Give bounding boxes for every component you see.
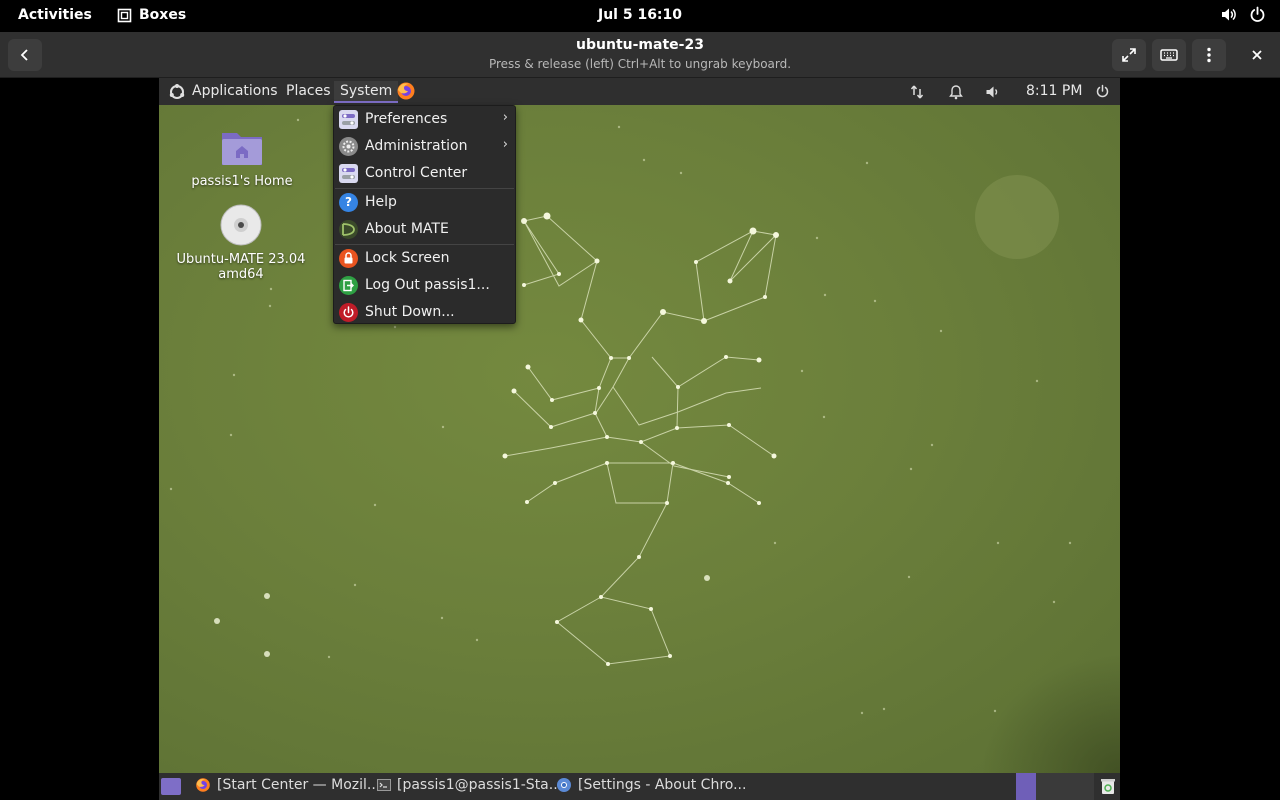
kebab-menu-icon [1207, 47, 1211, 63]
menu-item-control-center[interactable]: Control Center [335, 160, 514, 187]
menu-item-shut-down[interactable]: Shut Down... [335, 299, 514, 326]
menu-item-about-mate[interactable]: About MATE [335, 216, 514, 243]
workspace-switcher-inactive[interactable] [1036, 773, 1094, 800]
taskbar-item-label: [Start Center — Mozil... [217, 777, 381, 793]
vm-subtitle: Press & release (left) Ctrl+Alt to ungra… [488, 57, 792, 71]
fullscreen-icon [1122, 48, 1136, 62]
firefox-icon[interactable] [396, 81, 416, 101]
preferences-icon [339, 110, 358, 129]
boxes-icon [117, 8, 132, 22]
menu-item-preferences[interactable]: Preferences › [335, 106, 514, 133]
panel-clock[interactable]: 8:11 PM [1026, 83, 1082, 99]
system-menu[interactable]: System [334, 81, 399, 103]
log-out-icon [339, 276, 358, 295]
taskbar-item-firefox[interactable]: [Start Center — Mozil... [195, 777, 380, 793]
desktop-icon-disc[interactable]: Ubuntu-MATE 23.04 amd64 [176, 203, 306, 282]
menu-item-label: Shut Down... [365, 304, 455, 320]
menu-item-help[interactable]: ? Help [335, 189, 514, 216]
keyboard-button[interactable] [1152, 39, 1186, 71]
power-icon [1250, 6, 1265, 22]
network-icon[interactable] [910, 84, 924, 100]
control-center-icon [339, 164, 358, 183]
menu-item-label: Log Out passis1... [365, 277, 490, 293]
system-dropdown-menu: Preferences › Administration › Control C… [333, 105, 516, 324]
menu-item-lock-screen[interactable]: Lock Screen [335, 245, 514, 272]
menu-button[interactable] [1192, 39, 1226, 71]
clock[interactable]: Jul 5 16:10 [598, 7, 682, 23]
workspace-switcher-active[interactable] [1016, 773, 1036, 800]
close-button[interactable] [1240, 39, 1274, 71]
about-mate-icon [339, 220, 358, 239]
power-icon[interactable] [1095, 84, 1110, 99]
taskbar-item-label: [passis1@passis1-Sta... [397, 777, 563, 793]
terminal-icon [377, 779, 391, 791]
chevron-right-icon: › [502, 137, 508, 152]
applications-menu[interactable]: Applications [192, 83, 278, 99]
mate-bottom-panel: [Start Center — Mozil... [passis1@passis… [159, 773, 1120, 800]
lock-screen-icon [339, 249, 358, 268]
administration-icon [339, 137, 358, 156]
volume-icon[interactable] [985, 84, 1001, 100]
vm-display[interactable]: passis1's Home Ubuntu-MATE 23.04 amd64 A… [159, 78, 1120, 800]
menu-item-administration[interactable]: Administration › [335, 133, 514, 160]
desktop-icon-label: passis1's Home [191, 174, 293, 189]
app-menu-label: Boxes [139, 7, 187, 23]
menu-item-label: About MATE [365, 221, 449, 237]
menu-item-label: Lock Screen [365, 250, 450, 266]
keyboard-icon [1160, 49, 1178, 61]
app-menu-boxes[interactable]: Boxes [117, 7, 186, 23]
boxes-header-bar: ubuntu-mate-23 Press & release (left) Ct… [0, 32, 1280, 78]
firefox-icon [196, 778, 210, 792]
activities-button[interactable]: Activities [18, 7, 92, 23]
mate-top-panel: Applications Places System 8:11 PM [159, 78, 1120, 105]
chromium-icon [557, 778, 571, 792]
home-folder-icon [222, 133, 262, 165]
disc-icon [220, 204, 262, 246]
menu-item-label: Help [365, 194, 397, 210]
taskbar-item-label: [Settings - About Chro... [578, 777, 747, 793]
desktop-icon-label: Ubuntu-MATE 23.04 amd64 [176, 252, 306, 282]
mate-logo-icon [169, 84, 185, 99]
close-icon [1252, 50, 1262, 60]
menu-item-label: Preferences [365, 111, 448, 127]
chevron-right-icon: › [502, 110, 508, 125]
volume-icon [1222, 8, 1236, 21]
mate-desktop[interactable]: passis1's Home Ubuntu-MATE 23.04 amd64 [159, 105, 1120, 773]
menu-item-label: Administration [365, 138, 468, 154]
taskbar-item-terminal[interactable]: [passis1@passis1-Sta... [377, 777, 562, 793]
show-desktop-button[interactable] [161, 778, 181, 795]
fullscreen-button[interactable] [1112, 39, 1146, 71]
notification-bell-icon[interactable] [949, 84, 963, 100]
menu-item-log-out[interactable]: Log Out passis1... [335, 272, 514, 299]
gnome-top-bar: Activities Boxes Jul 5 16:10 [0, 0, 1280, 32]
vm-title: ubuntu-mate-23 [576, 37, 704, 53]
places-menu[interactable]: Places [286, 83, 331, 99]
menu-item-label: Control Center [365, 165, 468, 181]
desktop-icon-home[interactable]: passis1's Home [177, 127, 307, 189]
system-status-area[interactable] [1220, 6, 1266, 23]
trash-icon[interactable] [1100, 778, 1116, 795]
shut-down-icon [339, 303, 358, 322]
help-icon: ? [339, 193, 358, 212]
taskbar-item-chromium[interactable]: [Settings - About Chro... [556, 777, 746, 793]
